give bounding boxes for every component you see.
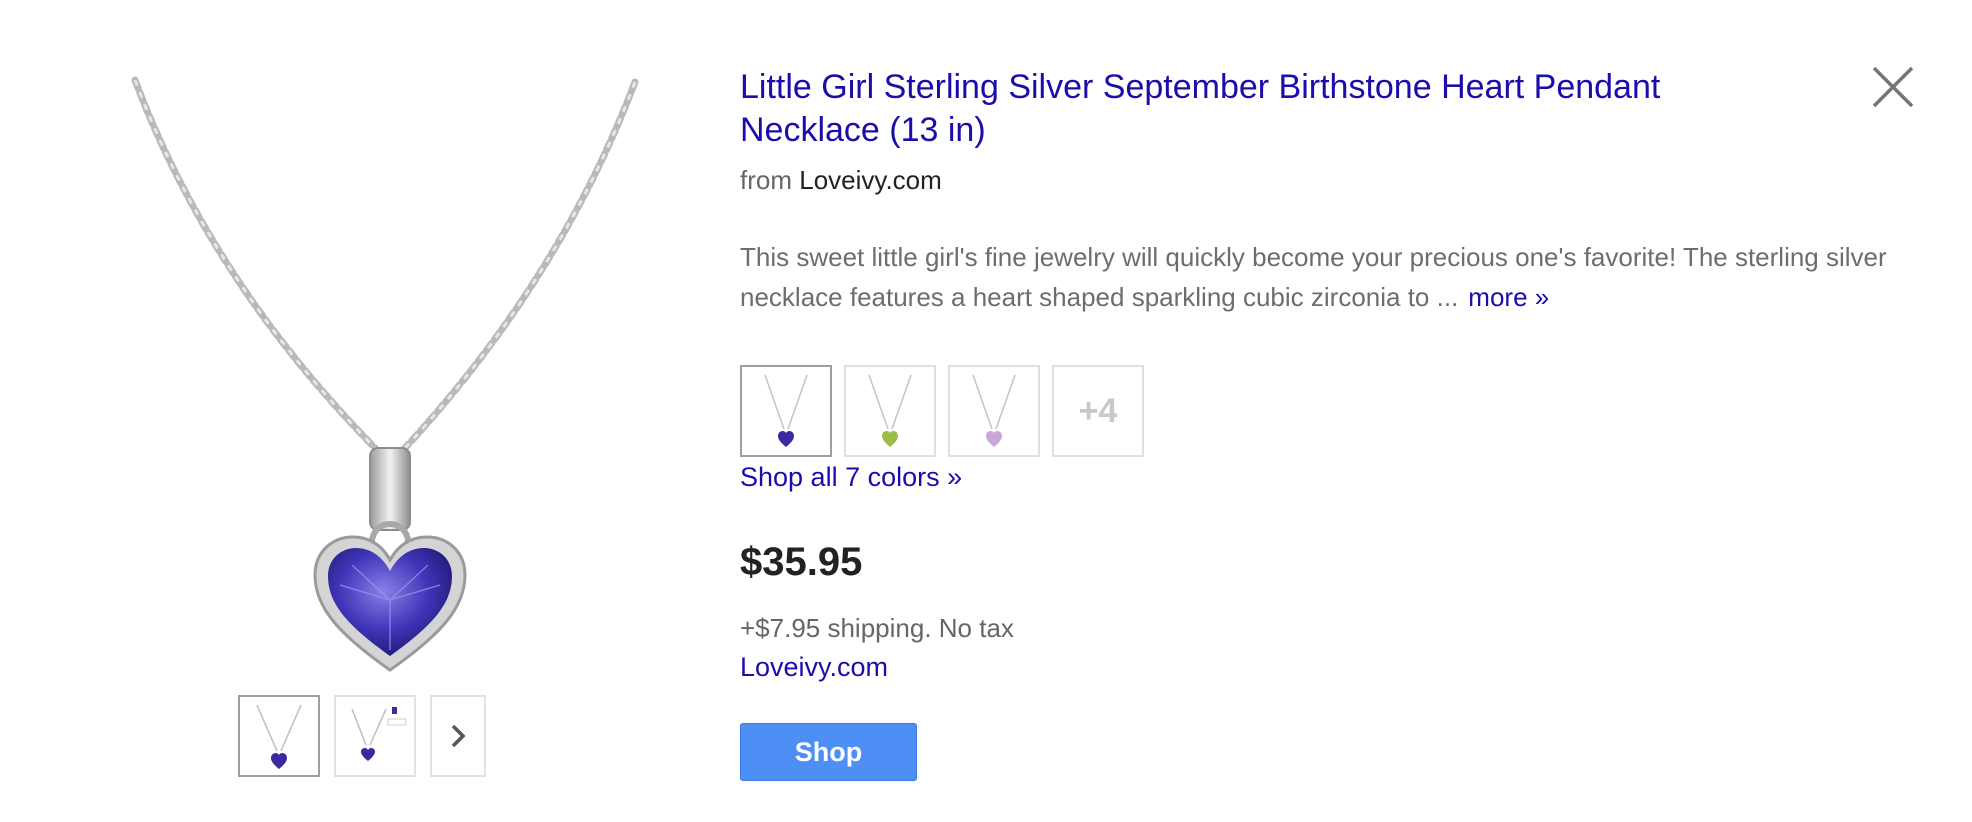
source-name: Loveivy.com [799, 165, 942, 195]
image-thumbnail[interactable] [334, 695, 416, 777]
close-button[interactable] [1870, 64, 1916, 110]
color-variant-list: +4 [740, 365, 1144, 457]
product-title[interactable]: Little Girl Sterling Silver September Bi… [740, 66, 1740, 152]
next-image-button[interactable] [430, 695, 486, 777]
image-thumbnail[interactable] [238, 695, 320, 777]
chevron-right-icon [451, 724, 466, 748]
image-thumbnail-strip [238, 695, 486, 777]
more-variants-button[interactable]: +4 [1052, 365, 1144, 457]
from-label: from [740, 165, 792, 195]
shop-button[interactable]: Shop [740, 723, 917, 781]
product-description: This sweet little girl's fine jewelry wi… [740, 237, 1915, 317]
shop-all-colors-link[interactable]: Shop all 7 colors » [740, 462, 962, 493]
color-variant-swatch[interactable] [844, 365, 936, 457]
description-text: This sweet little girl's fine jewelry wi… [740, 242, 1887, 312]
product-source: from Loveivy.com [740, 165, 942, 196]
product-price: $35.95 [740, 540, 863, 584]
shipping-info: +$7.95 shipping. No tax [740, 613, 1014, 643]
color-variant-swatch[interactable] [740, 365, 832, 457]
merchant-link[interactable]: Loveivy.com [740, 652, 888, 683]
more-link[interactable]: more » [1468, 282, 1549, 312]
color-variant-swatch[interactable] [948, 365, 1040, 457]
close-icon [1872, 66, 1914, 108]
product-main-image [90, 60, 650, 680]
